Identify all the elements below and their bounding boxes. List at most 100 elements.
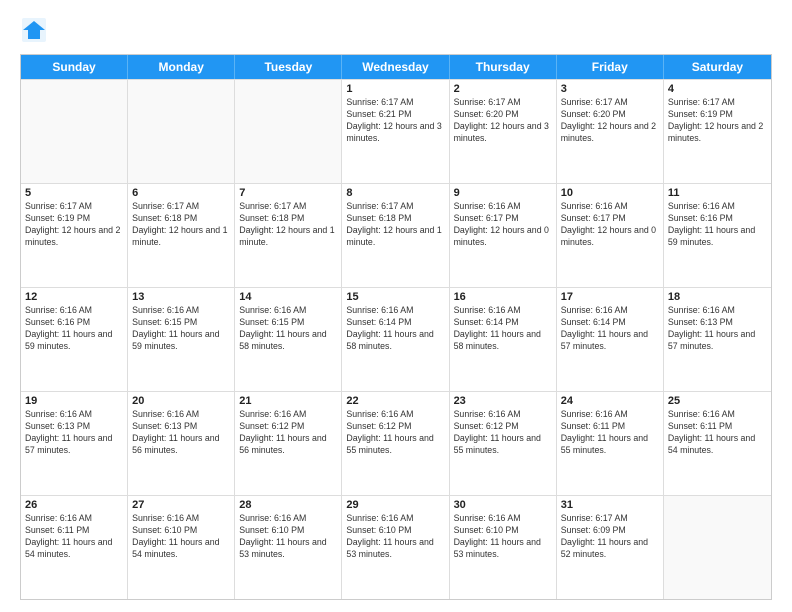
day-info: Sunrise: 6:17 AM Sunset: 6:09 PM Dayligh… [561,513,659,561]
calendar-body: 1 Sunrise: 6:17 AM Sunset: 6:21 PM Daylig… [21,79,771,599]
calendar-header-row: SundayMondayTuesdayWednesdayThursdayFrid… [21,55,771,79]
calendar-week-5: 26Sunrise: 6:16 AM Sunset: 6:11 PM Dayli… [21,495,771,599]
day-cell-5: 5 Sunrise: 6:17 AM Sunset: 6:19 PM Daylig… [21,184,128,287]
day-info: Sunrise: 6:17 AM Sunset: 6:20 PM Dayligh… [454,97,552,145]
day-cell-21: 21 Sunrise: 6:16 AM Sunset: 6:12 PM Dayli… [235,392,342,495]
day-info: Sunrise: 6:17 AM Sunset: 6:21 PM Dayligh… [346,97,444,145]
day-number: 4 [668,83,767,95]
day-cell-22: 22 Sunrise: 6:16 AM Sunset: 6:12 PM Dayli… [342,392,449,495]
day-number: 30 [454,499,552,511]
day-cell-12: 12 Sunrise: 6:16 AM Sunset: 6:16 PM Dayli… [21,288,128,391]
day-info: Sunrise: 6:16 AM Sunset: 6:13 PM Dayligh… [25,409,123,457]
day-info: Sunrise: 6:16 AM Sunset: 6:12 PM Dayligh… [346,409,444,457]
day-cell-25: 25 Sunrise: 6:16 AM Sunset: 6:11 PM Dayli… [664,392,771,495]
header-day-tuesday: Tuesday [235,55,342,79]
day-info: Sunrise: 6:17 AM Sunset: 6:19 PM Dayligh… [668,97,767,145]
day-info: Sunrise: 6:16 AM Sunset: 6:13 PM Dayligh… [668,305,767,353]
header-day-friday: Friday [557,55,664,79]
header-day-saturday: Saturday [664,55,771,79]
day-cell-27: 27 Sunrise: 6:16 AM Sunset: 6:10 PM Dayli… [128,496,235,599]
day-number: 8 [346,187,444,199]
day-number: 31 [561,499,659,511]
day-cell-8: 8 Sunrise: 6:17 AM Sunset: 6:18 PM Daylig… [342,184,449,287]
day-number: 21 [239,395,337,407]
day-number: 12 [25,291,123,303]
day-info: Sunrise: 6:16 AM Sunset: 6:12 PM Dayligh… [454,409,552,457]
day-info: Sunrise: 6:16 AM Sunset: 6:14 PM Dayligh… [346,305,444,353]
day-number: 15 [346,291,444,303]
day-number: 20 [132,395,230,407]
day-cell-4: 4 Sunrise: 6:17 AM Sunset: 6:19 PM Daylig… [664,80,771,183]
day-number: 25 [668,395,767,407]
day-cell-11: 11Sunrise: 6:16 AM Sunset: 6:16 PM Dayli… [664,184,771,287]
day-number: 28 [239,499,337,511]
header [20,16,772,44]
day-cell-17: 17Sunrise: 6:16 AM Sunset: 6:14 PM Dayli… [557,288,664,391]
day-cell-26: 26Sunrise: 6:16 AM Sunset: 6:11 PM Dayli… [21,496,128,599]
day-cell-15: 15 Sunrise: 6:16 AM Sunset: 6:14 PM Dayli… [342,288,449,391]
header-day-sunday: Sunday [21,55,128,79]
day-number: 27 [132,499,230,511]
day-info: Sunrise: 6:17 AM Sunset: 6:18 PM Dayligh… [239,201,337,249]
day-number: 18 [668,291,767,303]
day-cell-24: 24Sunrise: 6:16 AM Sunset: 6:11 PM Dayli… [557,392,664,495]
day-info: Sunrise: 6:16 AM Sunset: 6:17 PM Dayligh… [561,201,659,249]
day-cell-6: 6 Sunrise: 6:17 AM Sunset: 6:18 PM Daylig… [128,184,235,287]
day-cell-9: 9 Sunrise: 6:16 AM Sunset: 6:17 PM Daylig… [450,184,557,287]
day-info: Sunrise: 6:16 AM Sunset: 6:17 PM Dayligh… [454,201,552,249]
day-info: Sunrise: 6:17 AM Sunset: 6:19 PM Dayligh… [25,201,123,249]
day-number: 7 [239,187,337,199]
day-info: Sunrise: 6:16 AM Sunset: 6:16 PM Dayligh… [25,305,123,353]
empty-cell [664,496,771,599]
day-info: Sunrise: 6:17 AM Sunset: 6:18 PM Dayligh… [132,201,230,249]
day-number: 22 [346,395,444,407]
day-cell-31: 31 Sunrise: 6:17 AM Sunset: 6:09 PM Dayli… [557,496,664,599]
day-number: 29 [346,499,444,511]
day-info: Sunrise: 6:16 AM Sunset: 6:11 PM Dayligh… [668,409,767,457]
day-number: 6 [132,187,230,199]
day-info: Sunrise: 6:16 AM Sunset: 6:10 PM Dayligh… [346,513,444,561]
day-number: 19 [25,395,123,407]
day-cell-2: 2Sunrise: 6:17 AM Sunset: 6:20 PM Daylig… [450,80,557,183]
calendar-week-1: 1 Sunrise: 6:17 AM Sunset: 6:21 PM Daylig… [21,79,771,183]
day-cell-3: 3Sunrise: 6:17 AM Sunset: 6:20 PM Daylig… [557,80,664,183]
logo-icon [20,16,48,44]
logo [20,16,52,44]
day-cell-13: 13 Sunrise: 6:16 AM Sunset: 6:15 PM Dayli… [128,288,235,391]
page: SundayMondayTuesdayWednesdayThursdayFrid… [0,0,792,612]
day-info: Sunrise: 6:16 AM Sunset: 6:15 PM Dayligh… [132,305,230,353]
day-info: Sunrise: 6:16 AM Sunset: 6:15 PM Dayligh… [239,305,337,353]
day-number: 9 [454,187,552,199]
empty-cell [235,80,342,183]
day-number: 1 [346,83,444,95]
day-cell-7: 7 Sunrise: 6:17 AM Sunset: 6:18 PM Daylig… [235,184,342,287]
day-cell-30: 30 Sunrise: 6:16 AM Sunset: 6:10 PM Dayli… [450,496,557,599]
day-cell-16: 16Sunrise: 6:16 AM Sunset: 6:14 PM Dayli… [450,288,557,391]
calendar-week-3: 12 Sunrise: 6:16 AM Sunset: 6:16 PM Dayli… [21,287,771,391]
header-day-monday: Monday [128,55,235,79]
day-number: 5 [25,187,123,199]
day-info: Sunrise: 6:16 AM Sunset: 6:11 PM Dayligh… [25,513,123,561]
day-number: 13 [132,291,230,303]
day-info: Sunrise: 6:16 AM Sunset: 6:13 PM Dayligh… [132,409,230,457]
day-cell-19: 19 Sunrise: 6:16 AM Sunset: 6:13 PM Dayli… [21,392,128,495]
day-info: Sunrise: 6:16 AM Sunset: 6:10 PM Dayligh… [454,513,552,561]
day-info: Sunrise: 6:17 AM Sunset: 6:20 PM Dayligh… [561,97,659,145]
day-info: Sunrise: 6:16 AM Sunset: 6:14 PM Dayligh… [454,305,552,353]
day-info: Sunrise: 6:16 AM Sunset: 6:12 PM Dayligh… [239,409,337,457]
empty-cell [21,80,128,183]
day-info: Sunrise: 6:16 AM Sunset: 6:10 PM Dayligh… [239,513,337,561]
day-cell-23: 23Sunrise: 6:16 AM Sunset: 6:12 PM Dayli… [450,392,557,495]
calendar: SundayMondayTuesdayWednesdayThursdayFrid… [20,54,772,600]
day-info: Sunrise: 6:17 AM Sunset: 6:18 PM Dayligh… [346,201,444,249]
day-number: 24 [561,395,659,407]
day-cell-10: 10 Sunrise: 6:16 AM Sunset: 6:17 PM Dayli… [557,184,664,287]
day-info: Sunrise: 6:16 AM Sunset: 6:16 PM Dayligh… [668,201,767,249]
empty-cell [128,80,235,183]
day-cell-29: 29 Sunrise: 6:16 AM Sunset: 6:10 PM Dayli… [342,496,449,599]
day-info: Sunrise: 6:16 AM Sunset: 6:10 PM Dayligh… [132,513,230,561]
day-number: 17 [561,291,659,303]
calendar-week-4: 19 Sunrise: 6:16 AM Sunset: 6:13 PM Dayli… [21,391,771,495]
day-cell-20: 20 Sunrise: 6:16 AM Sunset: 6:13 PM Dayli… [128,392,235,495]
day-number: 10 [561,187,659,199]
